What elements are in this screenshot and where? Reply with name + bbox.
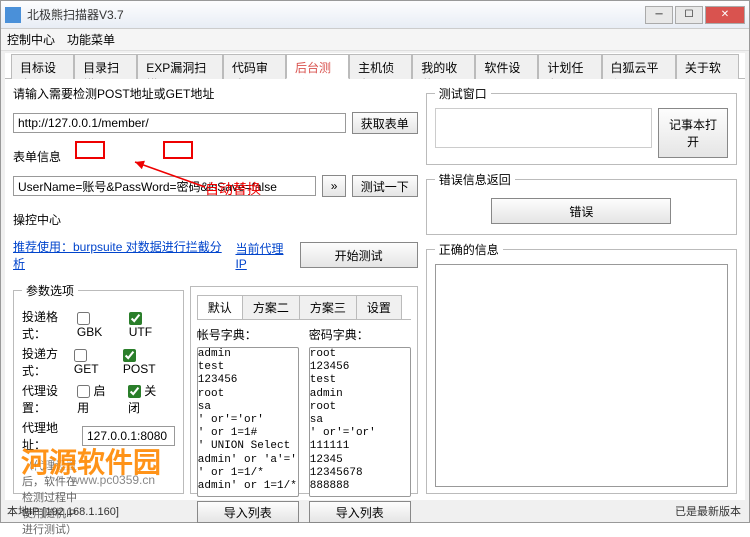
params-fieldset: 参数选项 投递格式： GBK UTF 投递方式： GET POST 代理设置： … [13,282,184,494]
error-button[interactable]: 错误 [491,198,671,224]
subtab-plan3[interactable]: 方案三 [299,295,357,319]
error-info-fieldset: 错误信息返回 错误 [426,171,737,235]
import-user-button[interactable]: 导入列表 [197,501,299,523]
control-label: 操控中心 [13,211,418,228]
form-label: 表单信息 [13,148,418,165]
recommend-link[interactable]: 推荐使用：burpsuite 对数据进行拦截分析 [13,238,229,272]
tab-about[interactable]: 关于软件 [676,54,739,79]
menu-funcs[interactable]: 功能菜单 [67,31,115,48]
menu-control[interactable]: 控制中心 [7,31,55,48]
app-icon [5,7,21,23]
subtab-default[interactable]: 默认 [197,295,243,319]
get-checkbox[interactable] [74,349,87,362]
tab-backend[interactable]: 后台测试 [286,54,349,79]
open-notepad-button[interactable]: 记事本打开 [658,108,728,158]
proxy-hint: （代理设置后，软件在检测过程中使用随机IP进行测试） [22,457,82,537]
tab-fav[interactable]: 我的收藏 [412,54,475,79]
params-legend: 参数选项 [22,282,78,299]
close-button[interactable]: ✕ [705,6,745,24]
correct-output[interactable] [435,264,728,487]
proxyaddr-label: 代理地址： [22,419,78,453]
tab-cloud[interactable]: 白狐云平台 [602,54,676,79]
pass-dict-label: 密码字典： [309,326,411,343]
form-more-button[interactable]: » [322,175,346,197]
window-title: 北极熊扫描器V3.7 [27,6,645,23]
gbk-checkbox[interactable] [77,312,90,325]
proxy-address-input[interactable] [82,426,175,446]
minimize-button[interactable]: ─ [645,6,673,24]
method-label: 投递方式： [22,345,70,379]
post-checkbox[interactable] [123,349,136,362]
correct-info-fieldset: 正确的信息 [426,241,737,494]
error-legend: 错误信息返回 [435,171,515,188]
status-version: 已是最新版本 [675,503,741,519]
form-input[interactable] [13,176,316,196]
utf-checkbox[interactable] [129,312,142,325]
status-ip: 本地IP:[192.168.1.160] [7,503,119,519]
test-window-legend: 测试窗口 [435,85,491,102]
correct-legend: 正确的信息 [435,241,503,258]
user-dict-label: 帐号字典： [197,326,299,343]
get-form-button[interactable]: 获取表单 [352,112,418,134]
test-window-fieldset: 测试窗口 记事本打开 [426,85,737,165]
tab-host[interactable]: 主机侦查 [349,54,412,79]
tab-target[interactable]: 目标设定 [11,54,74,79]
test-once-button[interactable]: 测试一下 [352,175,418,197]
subtab-plan2[interactable]: 方案二 [242,295,300,319]
pass-dict-list[interactable]: root123456testadminrootsa' or'='or'11111… [309,347,411,497]
import-pass-button[interactable]: 导入列表 [309,501,411,523]
test-output-box [435,108,652,148]
dict-panel: 默认 方案二 方案三 设置 帐号字典： admintest123456roots… [190,286,418,494]
tab-exp[interactable]: EXP漏洞扫描 [137,54,223,79]
current-proxy-link[interactable]: 当前代理IP [235,240,293,271]
start-test-button[interactable]: 开始测试 [300,242,418,268]
tab-schedule[interactable]: 计划任务 [538,54,601,79]
user-dict-list[interactable]: admintest123456rootsa' or'='or'' or 1=1#… [197,347,299,497]
maximize-button[interactable]: ☐ [675,6,703,24]
tab-settings[interactable]: 软件设置 [475,54,538,79]
format-label: 投递格式： [22,308,73,342]
disable-checkbox[interactable] [128,385,141,398]
proxyset-label: 代理设置： [22,382,73,416]
main-tabs: 目标设定 目录扫描 EXP漏洞扫描 代码审计 后台测试 主机侦查 我的收藏 软件… [5,53,745,79]
enable-checkbox[interactable] [77,385,90,398]
tab-dirscan[interactable]: 目录扫描 [74,54,137,79]
url-input[interactable] [13,113,346,133]
subtab-settings[interactable]: 设置 [356,295,402,319]
tab-audit[interactable]: 代码审计 [223,54,286,79]
url-label: 请输入需要检测POST地址或GET地址 [13,85,418,102]
